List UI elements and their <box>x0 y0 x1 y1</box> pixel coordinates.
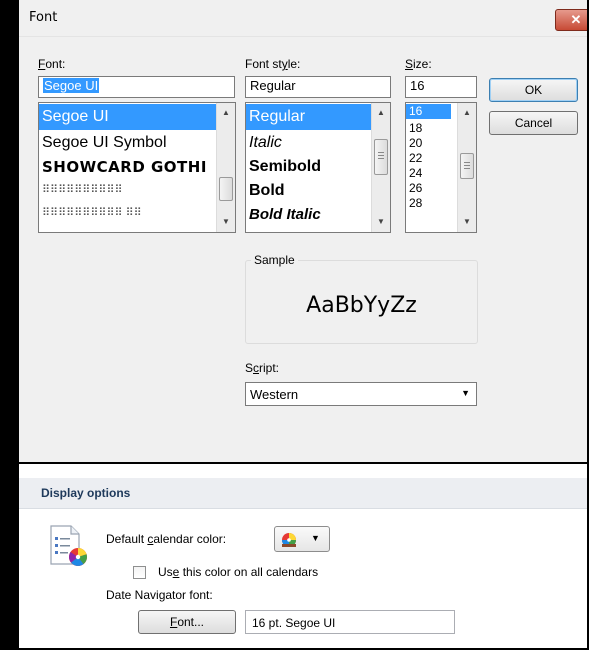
font-style-list[interactable]: Regular Italic Semibold Bold Bold Italic… <box>245 102 391 233</box>
sample-preview: AaBbYyZz <box>306 293 417 318</box>
font-dialog: Font ✕ Font: Font style: Size: Segoe UI … <box>19 0 587 462</box>
font-name-input[interactable]: Segoe UI <box>38 76 235 98</box>
date-navigator-font-value: 16 pt. Segoe UI <box>245 610 455 634</box>
script-label: Script: <box>245 361 280 375</box>
style-list-item[interactable]: Bold Italic <box>246 203 321 227</box>
font-size-input[interactable]: 16 <box>405 76 477 98</box>
close-icon[interactable]: ✕ <box>571 12 582 27</box>
dialog-title: Font <box>29 10 58 25</box>
style-list-scrollbar[interactable]: ▲ ▼ <box>371 103 390 232</box>
size-list-item[interactable]: 26 <box>406 181 422 196</box>
calendar-color-icon <box>49 524 89 568</box>
panel-title: Display options <box>41 486 131 500</box>
cancel-button[interactable]: Cancel <box>489 111 578 135</box>
calendar-color-picker[interactable]: ▼ <box>274 526 330 552</box>
size-list-item[interactable]: 16 <box>406 104 451 119</box>
size-list-item[interactable]: 28 <box>406 196 422 211</box>
date-navigator-font-label: Date Navigator font: <box>106 588 213 602</box>
font-style-label: Font style: <box>245 57 301 71</box>
font-list-scrollbar[interactable]: ▲ ▼ <box>216 103 235 232</box>
size-list-item[interactable]: 24 <box>406 166 422 181</box>
style-list-item[interactable]: Regular <box>246 104 373 130</box>
close-button[interactable]: ✕ <box>555 9 587 31</box>
chevron-down-icon[interactable]: ▼ <box>311 533 320 543</box>
font-style-input[interactable]: Regular <box>245 76 391 98</box>
font-label: Font: <box>38 57 66 71</box>
size-list-item[interactable]: 22 <box>406 151 422 166</box>
calendar-color-label: Default calendar color: <box>106 532 227 546</box>
scroll-down-icon[interactable]: ▼ <box>217 214 235 230</box>
sample-label: Sample <box>251 253 298 267</box>
font-list-item[interactable]: ⠿⠿⠿⠿⠿⠿⠿⠿⠿⠿ ⠿⠿ <box>39 202 142 224</box>
scroll-thumb[interactable] <box>374 139 388 175</box>
color-wheel-icon <box>281 532 297 551</box>
style-list-item[interactable]: Semibold <box>246 155 321 179</box>
size-label: Size: <box>405 57 432 71</box>
title-bar: Font ✕ <box>19 0 587 37</box>
font-button[interactable]: Font... <box>138 610 236 634</box>
scroll-down-icon[interactable]: ▼ <box>372 214 390 230</box>
size-list-scrollbar[interactable]: ▲ ▼ <box>457 103 476 232</box>
use-color-label: Use this color on all calendars <box>158 565 319 579</box>
font-list-item[interactable]: SHOWCARD GOTHI <box>39 155 207 179</box>
style-list-item[interactable]: Italic <box>246 131 282 155</box>
size-list-item[interactable]: 20 <box>406 136 422 151</box>
font-list-item[interactable]: ⠿⠿⠿⠿⠿⠿⠿⠿⠿⠿ <box>39 179 123 201</box>
font-list[interactable]: Segoe UI Segoe UI Symbol SHOWCARD GOTHI … <box>38 102 236 233</box>
use-color-checkbox[interactable] <box>133 566 146 579</box>
size-list-item[interactable]: 18 <box>406 121 422 136</box>
panel-header: Display options <box>19 478 587 509</box>
display-options-panel: Display options Default calendar color: <box>19 464 587 648</box>
ok-button[interactable]: OK <box>489 78 578 102</box>
font-list-item[interactable]: Segoe UI Symbol <box>39 131 167 155</box>
scroll-thumb[interactable] <box>460 153 474 179</box>
scroll-up-icon[interactable]: ▲ <box>217 105 235 121</box>
sample-group: Sample AaBbYyZz <box>245 253 478 344</box>
font-list-item[interactable]: Segoe UI <box>39 104 218 130</box>
scroll-thumb[interactable] <box>219 177 233 201</box>
font-size-list[interactable]: 16 18 20 22 24 26 28 ▲ ▼ <box>405 102 477 233</box>
script-select[interactable]: Western ▼ <box>245 382 477 406</box>
script-value: Western <box>250 387 299 402</box>
chevron-down-icon[interactable]: ▼ <box>461 388 470 398</box>
scroll-up-icon[interactable]: ▲ <box>458 105 476 121</box>
scroll-up-icon[interactable]: ▲ <box>372 105 390 121</box>
style-list-item[interactable]: Bold <box>246 179 285 203</box>
scroll-down-icon[interactable]: ▼ <box>458 214 476 230</box>
